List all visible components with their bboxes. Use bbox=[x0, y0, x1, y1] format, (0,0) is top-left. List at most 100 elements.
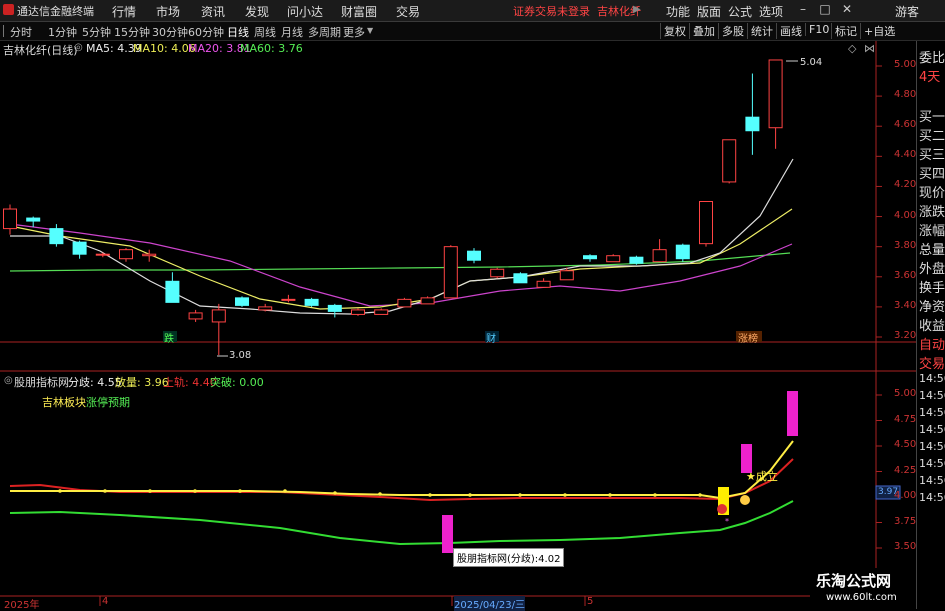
chevron-down-icon[interactable]: ▼ bbox=[367, 26, 373, 35]
period-multi[interactable]: 多周期 bbox=[308, 24, 341, 40]
candle[interactable] bbox=[699, 201, 713, 245]
candle[interactable] bbox=[327, 304, 342, 312]
settings-icon[interactable]: ◎ bbox=[74, 42, 83, 53]
side-panel-item[interactable]: 自动 bbox=[919, 334, 945, 353]
side-panel-item[interactable]: 14:56 bbox=[919, 440, 945, 453]
candle[interactable] bbox=[3, 208, 17, 230]
menu-zixun[interactable]: 资讯 bbox=[201, 3, 225, 20]
menu-wenxiaoda[interactable]: 问小达 bbox=[287, 3, 323, 20]
candle[interactable] bbox=[559, 270, 574, 281]
menu-faxian[interactable]: 发现 bbox=[245, 3, 269, 20]
side-panel-item[interactable]: 涨幅 bbox=[919, 220, 945, 239]
candle[interactable] bbox=[119, 249, 133, 260]
event-label-die[interactable]: 跌 bbox=[164, 330, 174, 345]
candle[interactable] bbox=[235, 297, 249, 306]
candle[interactable] bbox=[26, 217, 41, 222]
candle[interactable] bbox=[745, 116, 760, 132]
tool-diejia[interactable]: 叠加 bbox=[689, 23, 718, 39]
candle[interactable] bbox=[304, 298, 319, 306]
tool-tongji[interactable]: 统计 bbox=[747, 23, 776, 39]
menu-banmian[interactable]: 版面 bbox=[697, 3, 721, 20]
side-panel-item[interactable]: 净资 bbox=[919, 296, 945, 315]
candle[interactable] bbox=[351, 309, 365, 315]
close-icon[interactable]: ✕ bbox=[840, 2, 854, 16]
side-panel-item[interactable]: 14:56 bbox=[919, 406, 945, 419]
tool-biaoji[interactable]: 标记 bbox=[831, 23, 860, 39]
side-panel-item[interactable]: 买二 bbox=[919, 125, 945, 144]
candle[interactable] bbox=[95, 253, 110, 256]
period-daily[interactable]: 日线 bbox=[227, 24, 249, 40]
side-panel-item[interactable]: 收益 bbox=[919, 315, 945, 334]
candle[interactable] bbox=[49, 228, 64, 245]
side-panel-item[interactable]: 14:56 bbox=[919, 474, 945, 487]
candle[interactable] bbox=[188, 312, 203, 320]
period-1min[interactable]: 1分钟 bbox=[48, 24, 77, 40]
tool-zixuan[interactable]: +自选 bbox=[860, 23, 898, 39]
tool-f10[interactable]: F10 bbox=[805, 23, 832, 36]
side-panel-item[interactable]: 4天 bbox=[919, 66, 940, 85]
period-monthly[interactable]: 月线 bbox=[281, 24, 303, 40]
menu-gongshi[interactable]: 公式 bbox=[728, 3, 752, 20]
candle[interactable] bbox=[142, 253, 157, 257]
side-panel-item[interactable]: 委比 bbox=[919, 47, 945, 66]
maximize-icon[interactable]: □ bbox=[818, 2, 832, 16]
candle[interactable] bbox=[467, 250, 481, 261]
candle[interactable] bbox=[629, 256, 644, 264]
side-panel-item[interactable]: 14:56 bbox=[919, 423, 945, 436]
candle[interactable] bbox=[211, 309, 226, 323]
candle[interactable] bbox=[722, 139, 737, 183]
side-panel-item[interactable]: 总量 bbox=[919, 239, 945, 258]
menu-hangqing[interactable]: 行情 bbox=[112, 3, 136, 20]
menu-caifuquan[interactable]: 财富圈 bbox=[341, 3, 377, 20]
side-panel-item[interactable]: 涨跌 bbox=[919, 201, 945, 220]
side-panel-item[interactable]: 外盘 bbox=[919, 258, 945, 277]
user-label[interactable]: 游客 bbox=[895, 3, 919, 20]
collapse-icon[interactable]: ⋈ bbox=[864, 42, 875, 55]
candle[interactable] bbox=[281, 298, 296, 301]
candle[interactable] bbox=[536, 280, 551, 288]
period-15min[interactable]: 15分钟 bbox=[114, 24, 150, 40]
period-weekly[interactable]: 周线 bbox=[254, 24, 276, 40]
side-panel-item[interactable]: 买三 bbox=[919, 144, 945, 163]
candle[interactable] bbox=[768, 59, 783, 129]
side-panel-item[interactable]: 14:56 bbox=[919, 457, 945, 470]
candle[interactable] bbox=[443, 246, 458, 299]
candle[interactable] bbox=[606, 255, 621, 263]
candle[interactable] bbox=[583, 255, 597, 260]
side-panel-item[interactable]: 14:56 bbox=[919, 491, 945, 504]
menu-shichang[interactable]: 市场 bbox=[156, 3, 180, 20]
arrow-icon[interactable]: ▶ bbox=[633, 4, 641, 15]
menu-gongneng[interactable]: 功能 bbox=[666, 3, 690, 20]
diamond-icon[interactable]: ◇ bbox=[848, 42, 856, 55]
menu-xuanxiang[interactable]: 选项 bbox=[759, 3, 783, 20]
side-panel-item[interactable]: 换手 bbox=[919, 277, 945, 296]
kline-chart[interactable]: * bbox=[0, 41, 945, 609]
candle[interactable] bbox=[374, 309, 389, 315]
side-panel-item[interactable]: 14:56 bbox=[919, 372, 945, 385]
period-60min[interactable]: 60分钟 bbox=[188, 24, 224, 40]
side-panel-item[interactable]: 买四 bbox=[919, 163, 945, 182]
candle[interactable] bbox=[72, 241, 87, 255]
minimize-icon[interactable]: – bbox=[796, 2, 810, 16]
event-label-zhangbang[interactable]: 涨榜 bbox=[738, 330, 758, 345]
side-panel-item[interactable]: 14:56 bbox=[919, 389, 945, 402]
tool-huaxian[interactable]: 画线 bbox=[776, 23, 805, 39]
candle[interactable] bbox=[258, 306, 273, 311]
side-panel-item[interactable]: 交易 bbox=[919, 353, 945, 372]
candle[interactable] bbox=[397, 298, 412, 308]
period-more[interactable]: 更多 bbox=[343, 24, 365, 40]
candle[interactable] bbox=[490, 268, 505, 278]
tool-fuquan[interactable]: 复权 bbox=[660, 23, 689, 39]
login-notice[interactable]: 证券交易未登录 吉林化纤 bbox=[513, 3, 641, 19]
side-panel-item[interactable]: 买一 bbox=[919, 106, 945, 125]
side-panel-item[interactable]: 现价 bbox=[919, 182, 945, 201]
menu-jiaoyi[interactable]: 交易 bbox=[396, 3, 420, 20]
period-30min[interactable]: 30分钟 bbox=[152, 24, 188, 40]
candle[interactable] bbox=[420, 297, 435, 305]
period-fenshi[interactable]: 分时 bbox=[10, 24, 32, 40]
candle[interactable] bbox=[652, 249, 667, 263]
candle[interactable] bbox=[675, 244, 690, 260]
tool-duogu[interactable]: 多股 bbox=[718, 23, 747, 39]
event-label-cai[interactable]: 财 bbox=[486, 330, 496, 345]
candle[interactable] bbox=[513, 273, 528, 284]
